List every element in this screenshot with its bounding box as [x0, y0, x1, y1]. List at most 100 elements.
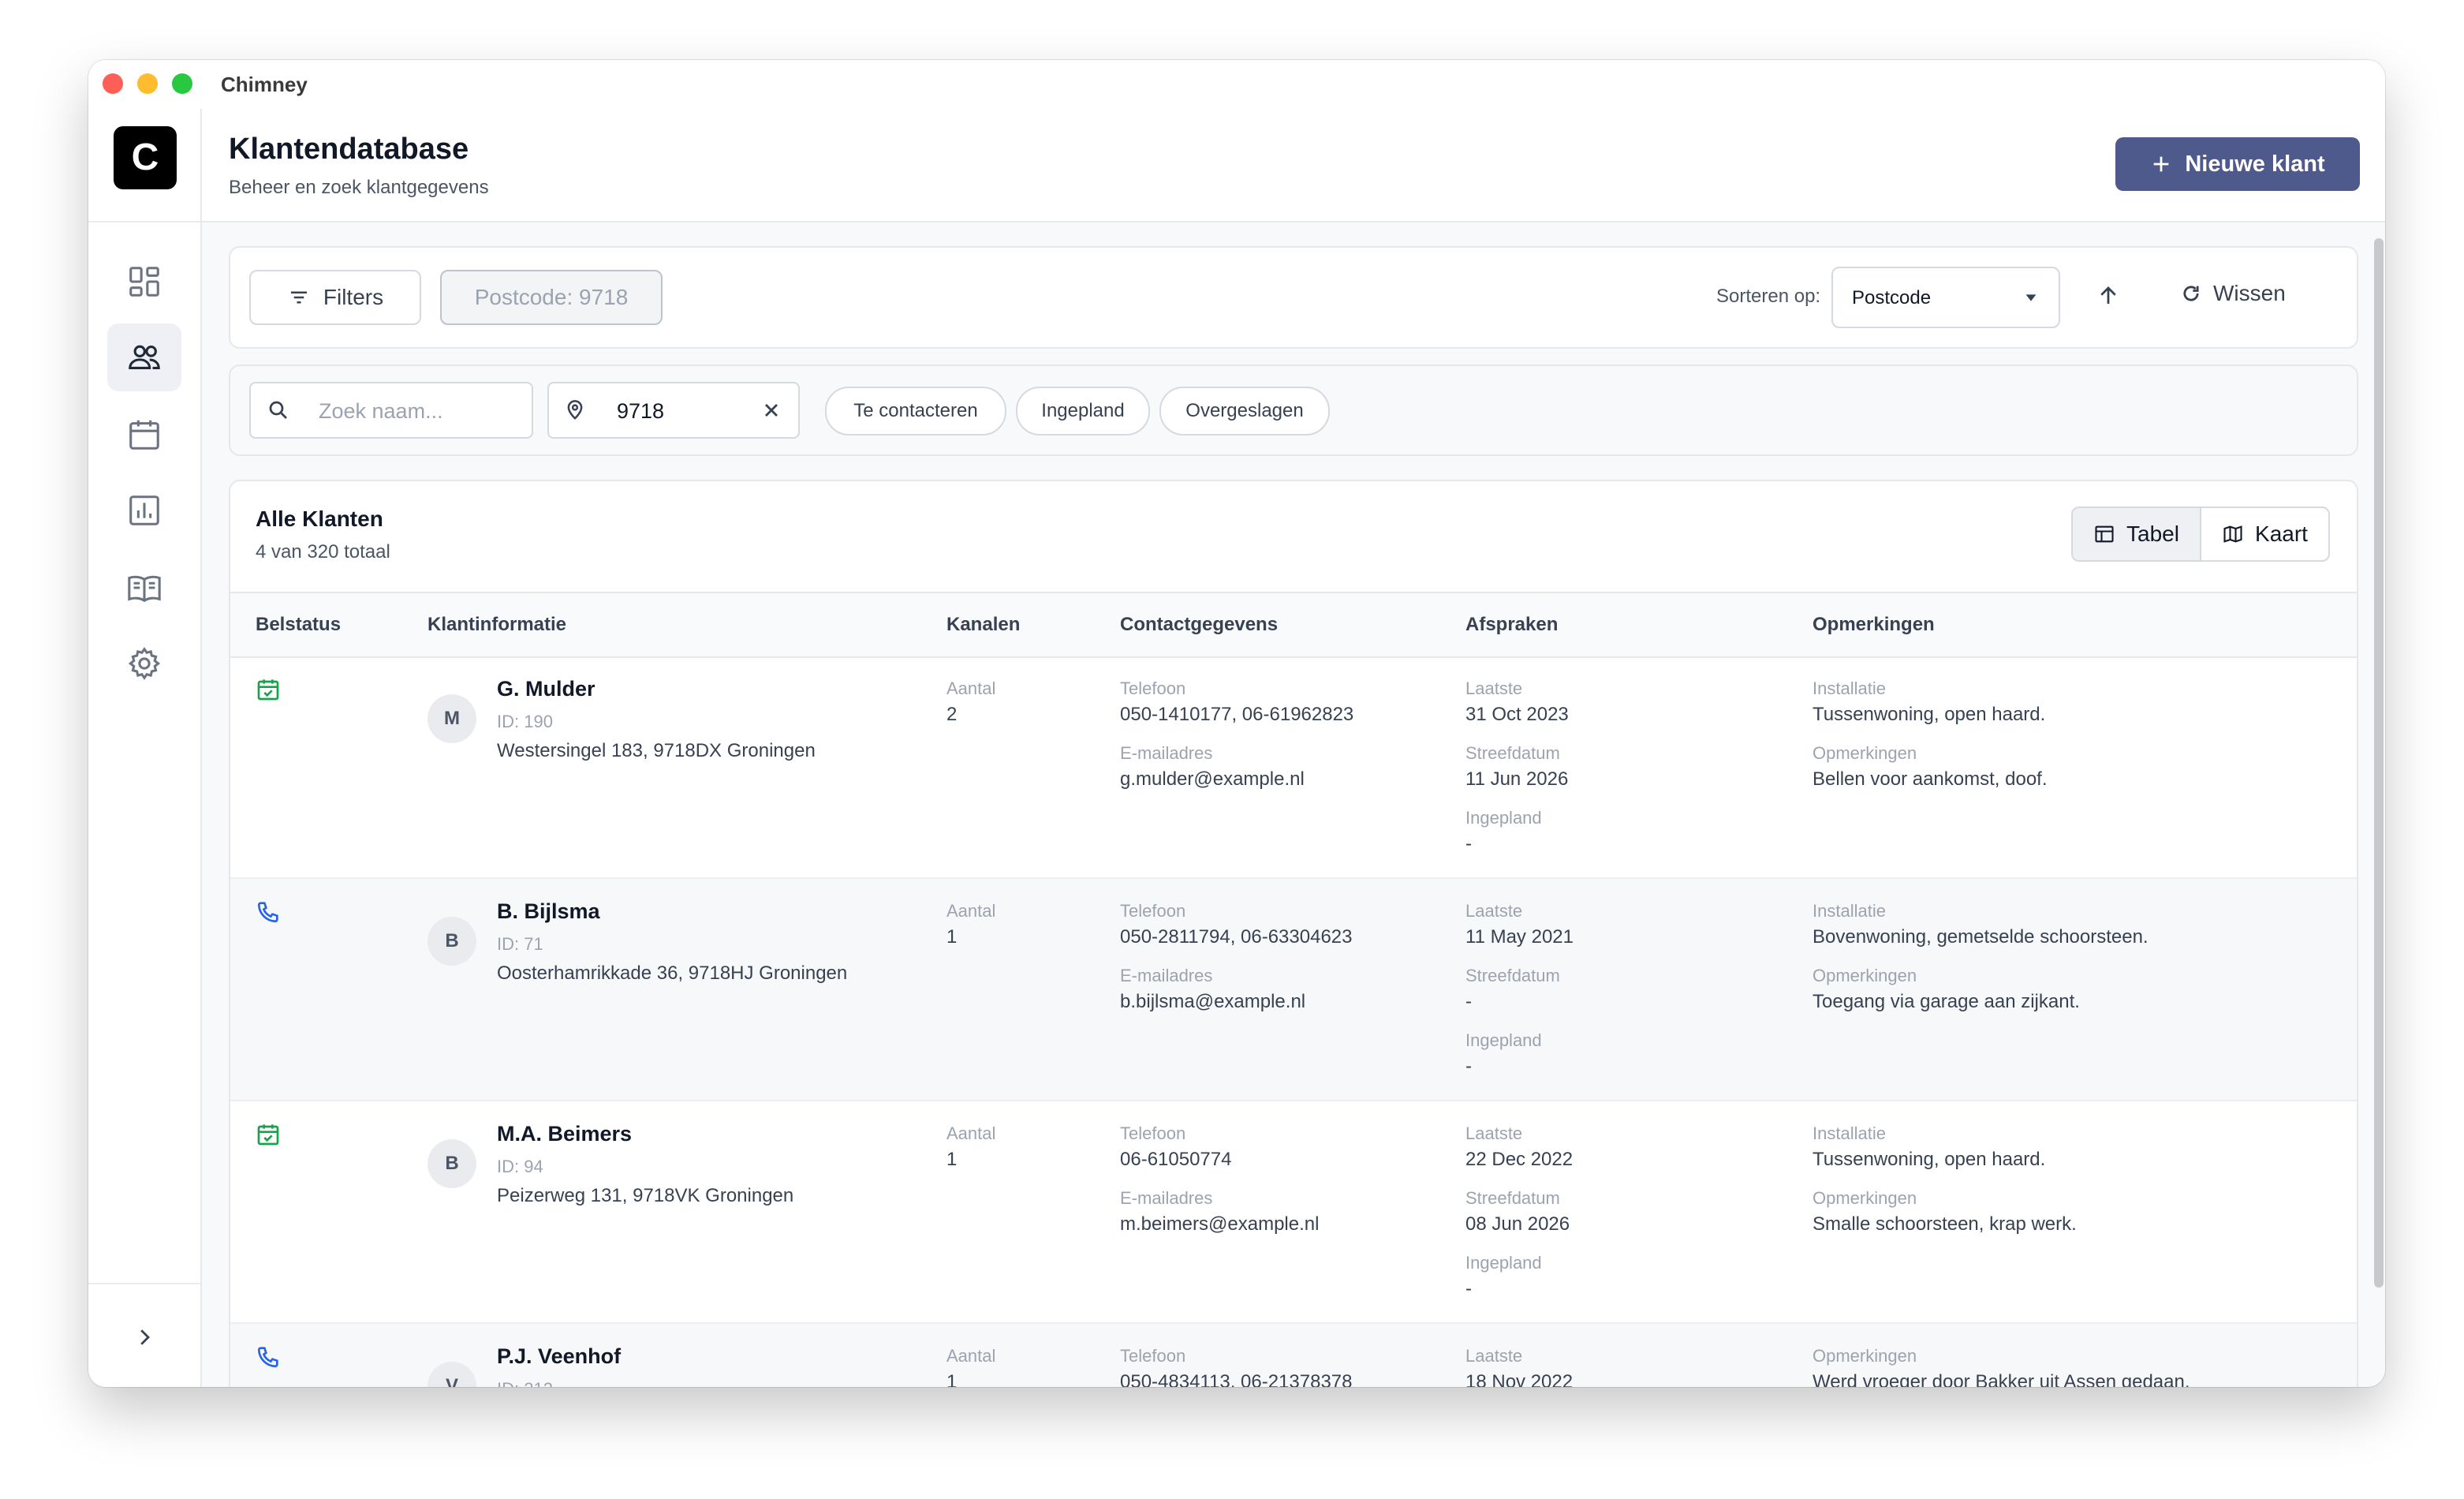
channels-value: 1	[946, 926, 958, 948]
column-header-appointments[interactable]: Afspraken	[1465, 614, 1558, 636]
notes-value: Bellen voor aankomst, doof.	[1813, 768, 2048, 790]
filters-button[interactable]: Filters	[249, 270, 421, 325]
last-appointment-label: Laatste	[1465, 901, 1523, 921]
installation-label: Installatie	[1813, 901, 1886, 921]
sidebar-item-customers[interactable]	[107, 323, 181, 391]
last-appointment-label: Laatste	[1465, 678, 1523, 698]
bar-chart-icon	[129, 495, 159, 525]
dashboard-icon	[129, 267, 159, 297]
notes-label: Opmerkingen	[1813, 966, 1917, 985]
target-date-label: Streefdatum	[1465, 966, 1560, 985]
filters-label: Filters	[323, 285, 384, 309]
avatar: V	[427, 1362, 476, 1387]
clear-postcode-icon[interactable]	[760, 399, 782, 421]
planned-label: Ingepland	[1465, 1253, 1542, 1273]
location-pin-icon	[567, 400, 583, 420]
channels-label: Aantal	[946, 1123, 996, 1143]
active-filter-chip[interactable]: Postcode: 9718	[440, 270, 663, 325]
maximize-window-button[interactable]	[172, 73, 192, 94]
customer-address: Peizerweg 131, 9718VK Groningen	[497, 1185, 794, 1206]
sidebar-item-settings[interactable]	[107, 630, 181, 697]
customer-name[interactable]: G. Mulder	[497, 677, 595, 701]
planned-value: -	[1465, 1056, 1472, 1077]
sort-select[interactable]: Postcode	[1831, 267, 2060, 328]
status-pill-to-contact[interactable]: Te contacteren	[825, 387, 1006, 435]
search-icon	[269, 401, 287, 419]
email-value: b.bijlsma@example.nl	[1120, 991, 1306, 1012]
page-title: Klantendatabase	[229, 133, 469, 166]
last-appointment-value: 22 Dec 2022	[1465, 1149, 1574, 1170]
new-customer-label: Nieuwe klant	[2185, 151, 2325, 177]
table-row[interactable]: B B. Bijlsma ID: 71 Oosterhamrikkade 36,…	[230, 879, 2357, 1101]
phone-label: Telefoon	[1120, 901, 1186, 921]
last-appointment-value: 18 Nov 2022	[1465, 1371, 1574, 1387]
page-header: Klantendatabase Beheer en zoek klantgege…	[202, 109, 2385, 222]
sidebar-item-reports[interactable]	[107, 477, 181, 544]
planned-value: -	[1465, 833, 1472, 854]
column-header-call-status[interactable]: Belstatus	[256, 614, 341, 636]
sidebar-divider-bottom	[88, 1283, 200, 1284]
column-header-contact[interactable]: Contactgegevens	[1120, 614, 1278, 636]
customer-id: ID: 190	[497, 712, 553, 731]
scrollbar[interactable]	[2374, 238, 2384, 1288]
avatar: M	[427, 694, 476, 743]
table-row[interactable]: V P.J. Veenhof ID: 212 Aantal 1 Telefoon…	[230, 1324, 2357, 1387]
target-date-value: -	[1465, 991, 1472, 1012]
phone-value: 050-2811794, 06-63304623	[1120, 926, 1353, 948]
view-toggle: Tabel Kaart	[2071, 507, 2330, 562]
column-header-notes[interactable]: Opmerkingen	[1813, 614, 1935, 636]
email-label: E-mailadres	[1120, 966, 1213, 985]
table-row[interactable]: M G. Mulder ID: 190 Westersingel 183, 97…	[230, 656, 2357, 879]
customer-name[interactable]: P.J. Veenhof	[497, 1344, 621, 1369]
view-map-label: Kaart	[2255, 521, 2308, 546]
channels-label: Aantal	[946, 901, 996, 921]
sidebar: C	[88, 109, 202, 1387]
page-subtitle: Beheer en zoek klantgegevens	[229, 177, 489, 198]
sidebar-item-calendar[interactable]	[107, 401, 181, 469]
installation-label: Installatie	[1813, 1123, 1886, 1143]
email-label: E-mailadres	[1120, 743, 1213, 763]
customer-list: Alle Klanten 4 van 320 totaal Tabel Kaar…	[229, 480, 2358, 1387]
arrow-up-icon	[2100, 286, 2116, 304]
phone-label: Telefoon	[1120, 1346, 1186, 1366]
name-search-input[interactable]: Zoek naam...	[249, 382, 533, 439]
name-search-placeholder: Zoek naam...	[319, 399, 443, 423]
email-value: g.mulder@example.nl	[1120, 768, 1305, 790]
column-header-customer-info[interactable]: Klantinformatie	[427, 614, 566, 636]
customer-name[interactable]: B. Bijlsma	[497, 899, 600, 924]
table-row[interactable]: B M.A. Beimers ID: 94 Peizerweg 131, 971…	[230, 1101, 2357, 1324]
table-header: Belstatus Klantinformatie Kanalen Contac…	[230, 592, 2357, 658]
column-header-channels[interactable]: Kanalen	[946, 614, 1020, 636]
planned-value: -	[1465, 1278, 1472, 1299]
clear-filters-button[interactable]: Wissen	[2180, 281, 2286, 306]
status-pill-scheduled[interactable]: Ingepland	[1016, 387, 1150, 435]
users-icon	[129, 345, 160, 369]
view-table-button[interactable]: Tabel	[2073, 508, 2201, 560]
expand-sidebar-button[interactable]	[123, 1316, 166, 1359]
close-window-button[interactable]	[103, 73, 123, 94]
avatar: B	[427, 1139, 476, 1188]
sidebar-item-docs[interactable]	[107, 554, 181, 622]
sidebar-divider	[88, 221, 200, 222]
sort-direction-button[interactable]	[2089, 276, 2128, 316]
phone-label: Telefoon	[1120, 1123, 1186, 1143]
installation-value: Bovenwoning, gemetselde schoorsteen.	[1813, 926, 2149, 948]
plus-icon	[2154, 156, 2169, 172]
view-map-button[interactable]: Kaart	[2201, 508, 2328, 560]
status-pill-skipped[interactable]: Overgeslagen	[1159, 387, 1330, 435]
customer-address: Westersingel 183, 9718DX Groningen	[497, 740, 816, 761]
channels-value: 1	[946, 1371, 958, 1387]
customer-id: ID: 94	[497, 1157, 543, 1176]
app-logo[interactable]: C	[114, 126, 177, 189]
new-customer-button[interactable]: Nieuwe klant	[2115, 137, 2360, 191]
view-table-label: Tabel	[2126, 521, 2179, 546]
postcode-input[interactable]: 9718	[547, 382, 800, 439]
sidebar-item-dashboard[interactable]	[107, 248, 181, 316]
last-appointment-label: Laatste	[1465, 1123, 1523, 1143]
sort-label: Sorteren op:	[1716, 286, 1821, 307]
minimize-window-button[interactable]	[137, 73, 158, 94]
notes-value: Werd vroeger door Bakker uit Assen gedaa…	[1813, 1371, 2190, 1387]
last-appointment-value: 31 Oct 2023	[1465, 704, 1569, 725]
phone-label: Telefoon	[1120, 678, 1186, 698]
customer-name[interactable]: M.A. Beimers	[497, 1122, 632, 1146]
